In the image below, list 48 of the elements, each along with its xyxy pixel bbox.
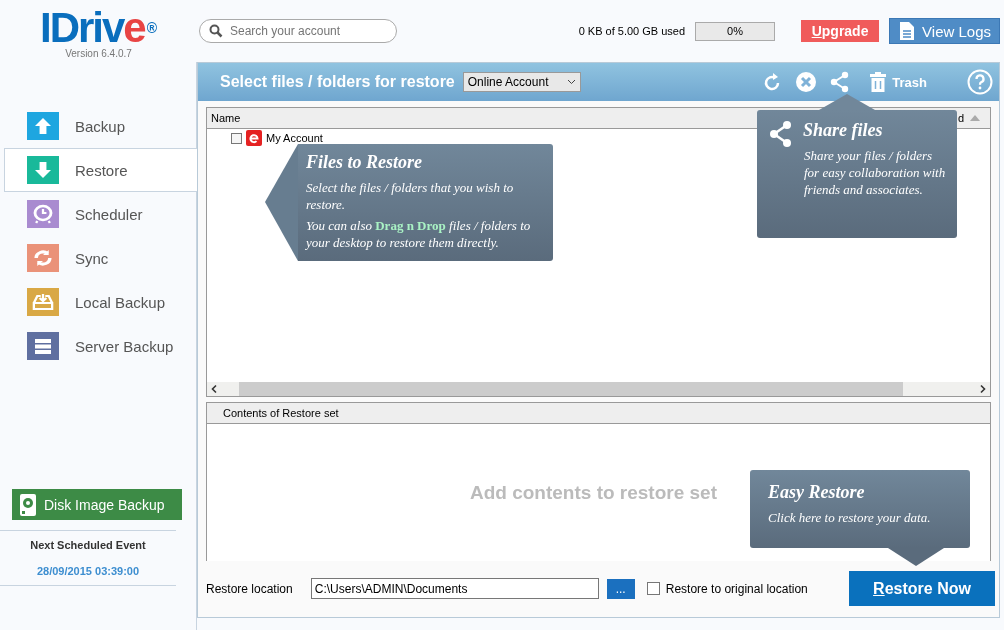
sidebar-item[interactable]: Sync — [4, 236, 196, 280]
sidebar-item[interactable]: Backup — [4, 104, 196, 148]
search-icon — [209, 24, 223, 38]
restore-location-label: Restore location — [206, 581, 293, 596]
sidebar-item[interactable]: Scheduler — [4, 192, 196, 236]
tree-item[interactable]: My Account — [266, 132, 323, 144]
checkbox[interactable] — [231, 132, 242, 144]
tooltip-text: You can also Drag n Drop files / folders to your desktop to restore them directly. — [306, 217, 532, 251]
tooltip-text: Share your files / folders for easy collaboration with friends and associates. — [804, 147, 947, 198]
tooltip-title: Files to Restore — [306, 152, 423, 173]
share-icon[interactable] — [830, 71, 851, 93]
registered-mark: ® — [146, 19, 158, 38]
account-icon — [246, 130, 262, 146]
next-event-time: 28/09/2015 03:39:00 — [36, 565, 140, 577]
next-event-label: Next Scheduled Event — [30, 539, 146, 551]
tooltip-title: Share files — [803, 120, 883, 141]
sidebar-item[interactable]: Server Backup — [4, 324, 196, 368]
checkbox-label[interactable]: Restore to original location — [665, 581, 808, 596]
tooltip-text: Select the files / folders that you wish to restore. — [306, 179, 515, 213]
cancel-icon[interactable] — [796, 72, 817, 92]
help-icon[interactable] — [967, 69, 993, 95]
sidebar-item[interactable]: Local Backup — [4, 280, 196, 324]
tooltip-title: Easy Restore — [768, 482, 866, 503]
horizontal-scrollbar[interactable] — [239, 382, 903, 396]
disk-image-backup-button[interactable]: Disk Image Backup — [12, 489, 182, 520]
restore-location-field[interactable]: C:\Users\ADMIN\Documents — [310, 578, 599, 599]
version-label: Version 6.4.0.7 — [65, 48, 132, 59]
account-dropdown[interactable]: Online Account — [462, 72, 581, 92]
storage-usage-text: 0 KB of 5.00 GB used — [578, 25, 686, 37]
restore-now-button[interactable]: Restore Now — [849, 571, 995, 606]
browse-button[interactable]: ... — [606, 578, 635, 599]
trash-icon[interactable] — [870, 72, 887, 92]
checkbox[interactable] — [646, 582, 660, 595]
usage-meter: 0% — [695, 21, 776, 41]
panel-title: Select files / folders for restore — [220, 73, 455, 91]
share-icon — [769, 120, 793, 147]
column-header[interactable]: Name — [211, 112, 241, 124]
column-header: Contents of Restore set — [223, 407, 339, 419]
empty-message: Add contents to restore set — [469, 481, 717, 504]
column-header[interactable]: d — [957, 112, 964, 124]
view-logs-button[interactable]: View Logs — [889, 18, 1000, 44]
document-icon — [900, 22, 915, 40]
sort-ascending-icon — [970, 115, 980, 121]
logo: IDrive — [39, 8, 145, 48]
sidebar-item[interactable]: Restore — [4, 148, 197, 192]
chevron-down-icon — [566, 79, 576, 85]
search-field[interactable]: Search your account — [199, 19, 397, 43]
tooltip-text: Click here to restore your data. — [768, 509, 932, 526]
